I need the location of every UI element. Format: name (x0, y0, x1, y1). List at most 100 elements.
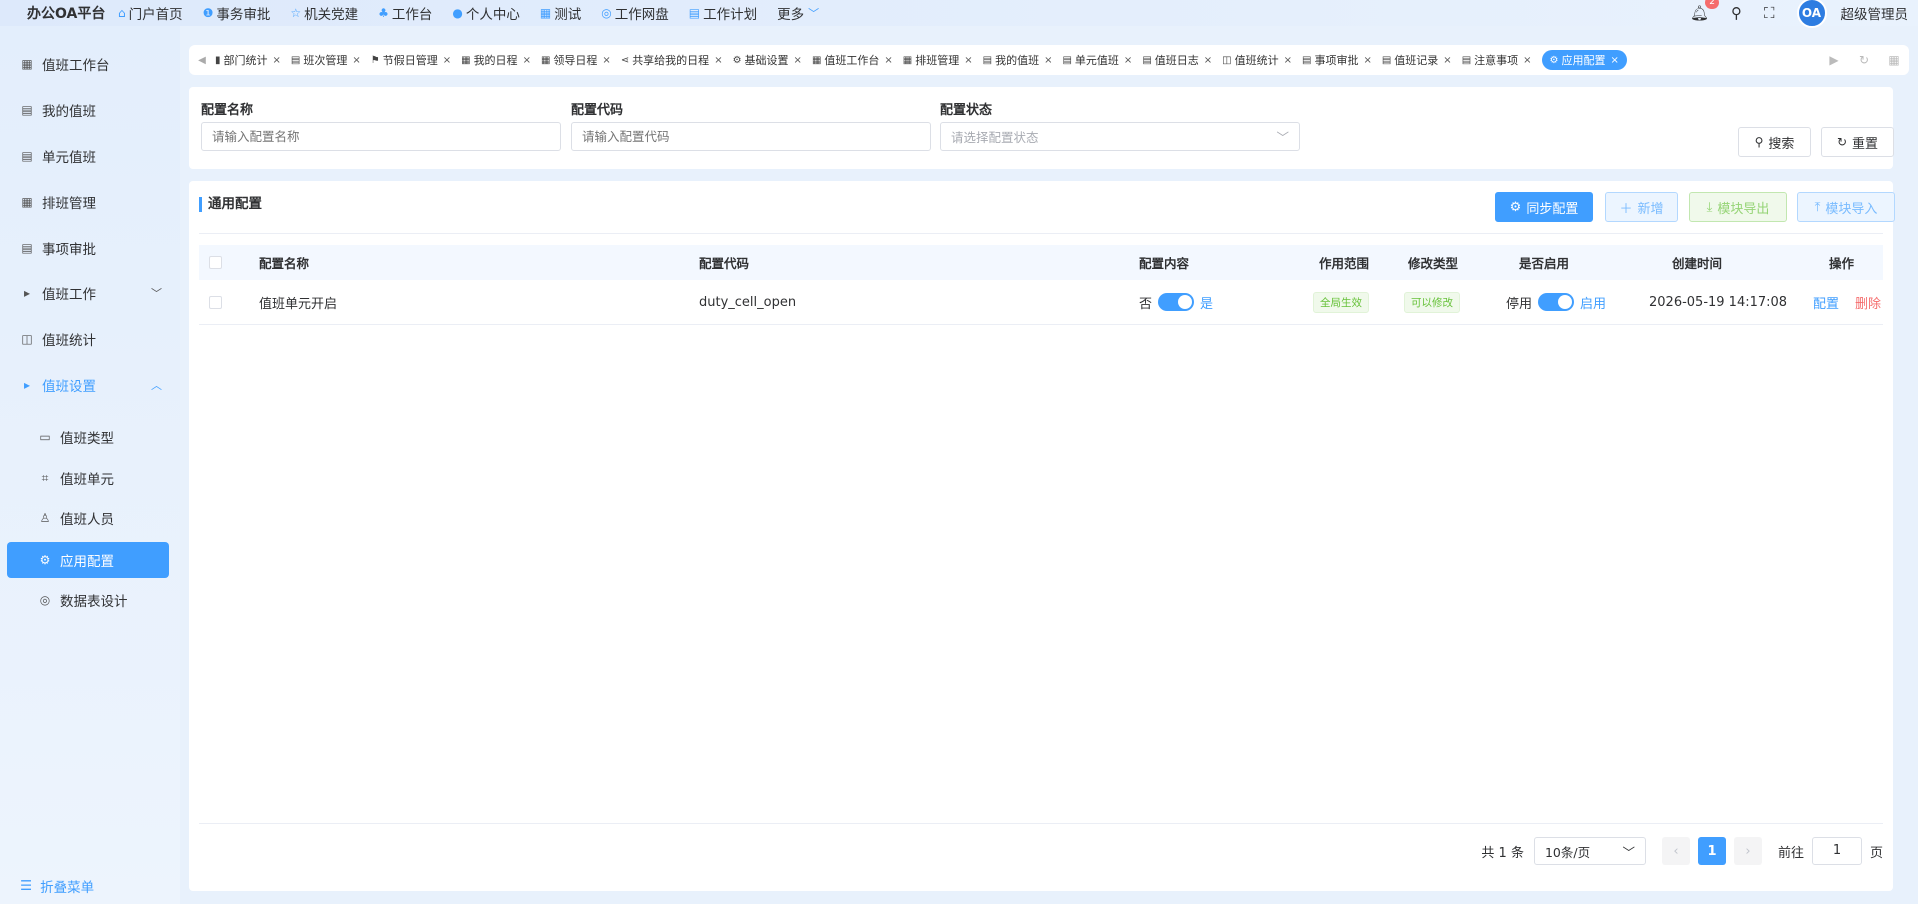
tab-holiday-mgmt[interactable]: ⚑ 节假日管理 × (371, 52, 451, 68)
close-icon[interactable]: × (884, 55, 892, 66)
search-icon[interactable]: ⚲ (1731, 4, 1742, 22)
prev-page-button[interactable]: ‹ (1661, 837, 1690, 865)
sidebar-item-duty-settings[interactable]: ▸ 值班设置 ︿ (0, 375, 180, 395)
import-button[interactable]: ⤒ 模块导入 (1797, 192, 1895, 222)
topnav-plan[interactable]: ▤ 工作计划 (689, 3, 757, 23)
tab-app-config[interactable]: ⚙ 应用配置 × (1541, 50, 1627, 70)
close-icon[interactable]: × (443, 55, 451, 66)
search-button-label: 搜索 (1768, 136, 1795, 152)
sidebar-item-duty-workbench[interactable]: ▦ 值班工作台 (0, 54, 180, 74)
topnav-workbench[interactable]: ♣ 工作台 (378, 3, 432, 23)
tab-list: ▮ 部门统计 × ▤ 班次管理 × ⚑ 节假日管理 × ▦ 我的日程 × ▦ 领导日程 × ⋖ 共享给… (215, 50, 1819, 70)
document-icon: ▤ (1142, 54, 1152, 66)
sidebar-item-unit-duty[interactable]: ▤ 单元值班 (0, 146, 180, 166)
search-button[interactable]: ⚲ 搜索 (1738, 127, 1811, 157)
delete-link[interactable]: 删除 (1855, 293, 1881, 312)
col-header-content: 配置内容 (1139, 256, 1190, 271)
topnav-party[interactable]: ☆ 机关党建 (290, 3, 358, 23)
tab-unit-duty[interactable]: ▤ 单元值班 × (1062, 52, 1132, 68)
tab-duty-stats[interactable]: ◫ 值班统计 × (1222, 52, 1292, 68)
username[interactable]: 超级管理员 (1841, 3, 1909, 23)
close-icon[interactable]: × (714, 55, 722, 66)
select-all-checkbox[interactable] (209, 245, 222, 280)
collapse-menu-button[interactable]: ☰ 折叠菜单 (20, 876, 94, 896)
fullscreen-icon[interactable]: ⛶ (1764, 4, 1775, 22)
sidebar-item-duty-work[interactable]: ▸ 值班工作 ﹀ (0, 283, 180, 303)
tab-label: 节假日管理 (382, 54, 438, 67)
document-icon: ▤ (1381, 54, 1392, 66)
sync-config-button[interactable]: ⚙ 同步配置 (1495, 192, 1593, 222)
flag-icon: ⚑ (370, 54, 380, 66)
row-checkbox[interactable] (209, 295, 222, 309)
sidebar-subitem-table-design[interactable]: ◎ 数据表设计 (0, 590, 180, 610)
topnav-approval[interactable]: ❶ 事务审批 (203, 3, 271, 23)
chevron-down-icon: ﹀ (1622, 844, 1635, 860)
config-link[interactable]: 配置 (1813, 293, 1839, 312)
close-icon[interactable]: × (523, 55, 531, 66)
topnav-test[interactable]: ▦ 测试 (540, 3, 581, 23)
tab-basic-settings[interactable]: ⚙ 基础设置 × (733, 52, 802, 68)
grid-icon[interactable]: ▦ (1879, 53, 1909, 67)
close-icon[interactable]: × (1284, 55, 1292, 66)
content-switch[interactable] (1158, 293, 1195, 311)
refresh-icon[interactable]: ↻ (1849, 53, 1879, 67)
add-button[interactable]: ＋新增 (1605, 192, 1678, 222)
topnav-personal[interactable]: ● 个人中心 (452, 3, 519, 23)
tab-notes[interactable]: ▤ 注意事项 × (1462, 52, 1532, 68)
close-icon[interactable]: × (602, 55, 610, 66)
sidebar-subitem-duty-unit[interactable]: ⌗ 值班单元 (0, 468, 180, 489)
config-code-input[interactable] (582, 129, 920, 144)
close-icon[interactable]: × (1443, 55, 1451, 66)
close-icon[interactable]: × (1523, 55, 1531, 66)
checkbox[interactable] (209, 256, 222, 269)
close-icon[interactable]: × (1204, 55, 1212, 66)
tab-dept-stats[interactable]: ▮ 部门统计 × (215, 52, 281, 68)
tab-my-duty[interactable]: ▤ 我的值班 × (983, 52, 1053, 68)
tab-duty-log[interactable]: ▤ 值班日志 × (1142, 52, 1212, 68)
tabs-scroll-left[interactable]: ◀ (189, 55, 215, 66)
tab-my-schedule[interactable]: ▦ 我的日程 × (461, 52, 531, 68)
total-count: 共 1 条 (1481, 845, 1524, 861)
tab-shift-mgmt[interactable]: ▤ 班次管理 × (291, 52, 361, 68)
close-icon[interactable]: × (1363, 55, 1371, 66)
sidebar-item-approval[interactable]: ▤ 事项审批 (0, 238, 180, 258)
tab-leader-schedule[interactable]: ▦ 领导日程 × (541, 52, 611, 68)
page-size-select[interactable]: 10条/页 ﹀ (1533, 837, 1646, 865)
sidebar-item-duty-stats[interactable]: ◫ 值班统计 (0, 329, 180, 349)
tab-schedule-mgmt[interactable]: ▦ 排班管理 × (903, 52, 973, 68)
calendar-icon: ▦ (21, 57, 33, 71)
close-icon[interactable]: × (1611, 55, 1619, 66)
sidebar-subitem-app-config[interactable]: ⚙ 应用配置 (7, 542, 169, 578)
sidebar-subitem-duty-type[interactable]: ▭ 值班类型 (0, 427, 180, 447)
close-icon[interactable]: × (1044, 55, 1052, 66)
tabs-scroll-right[interactable]: ▶ (1819, 53, 1849, 67)
close-icon[interactable]: × (352, 55, 360, 66)
bell-icon[interactable]: 🔔︎ 2 (1690, 0, 1719, 22)
close-icon[interactable]: × (1124, 55, 1132, 66)
close-icon[interactable]: × (273, 55, 281, 66)
close-icon[interactable]: × (794, 55, 802, 66)
sidebar-subitem-duty-staff[interactable]: ♙ 值班人员 (0, 508, 180, 528)
goto-page-input[interactable]: 1 (1811, 837, 1862, 865)
avatar[interactable]: OA (1796, 0, 1827, 28)
sidebar-item-my-duty[interactable]: ▤ 我的值班 (0, 100, 180, 120)
page-number[interactable]: 1 (1697, 837, 1726, 865)
topnav-home[interactable]: ⌂ 门户首页 (118, 3, 183, 23)
tab-duty-workbench[interactable]: ▦ 值班工作台 × (812, 52, 893, 68)
tab-approval[interactable]: ▤ 事项审批 × (1302, 52, 1372, 68)
export-button[interactable]: ⤓ 模块导出 (1689, 192, 1787, 222)
user-icon: ● (452, 6, 463, 20)
next-page-button[interactable]: › (1733, 837, 1762, 865)
topnav-more[interactable]: 更多 ﹀ (777, 3, 819, 23)
sidebar-item-label: 排班管理 (42, 196, 96, 212)
config-status-select[interactable]: 请选择配置状态 ﹀ (940, 122, 1300, 151)
document-icon: ▤ (21, 149, 33, 163)
tab-shared-schedule[interactable]: ⋖ 共享给我的日程 × (621, 52, 723, 68)
enabled-switch[interactable] (1538, 293, 1575, 311)
sidebar-item-schedule[interactable]: ▦ 排班管理 (0, 192, 180, 212)
config-name-input[interactable] (212, 129, 550, 144)
topnav-disk[interactable]: ◎ 工作网盘 (601, 3, 668, 23)
close-icon[interactable]: × (964, 55, 972, 66)
reset-button[interactable]: ↻ 重置 (1821, 127, 1894, 157)
tab-duty-record[interactable]: ▤ 值班记录 × (1382, 52, 1452, 68)
